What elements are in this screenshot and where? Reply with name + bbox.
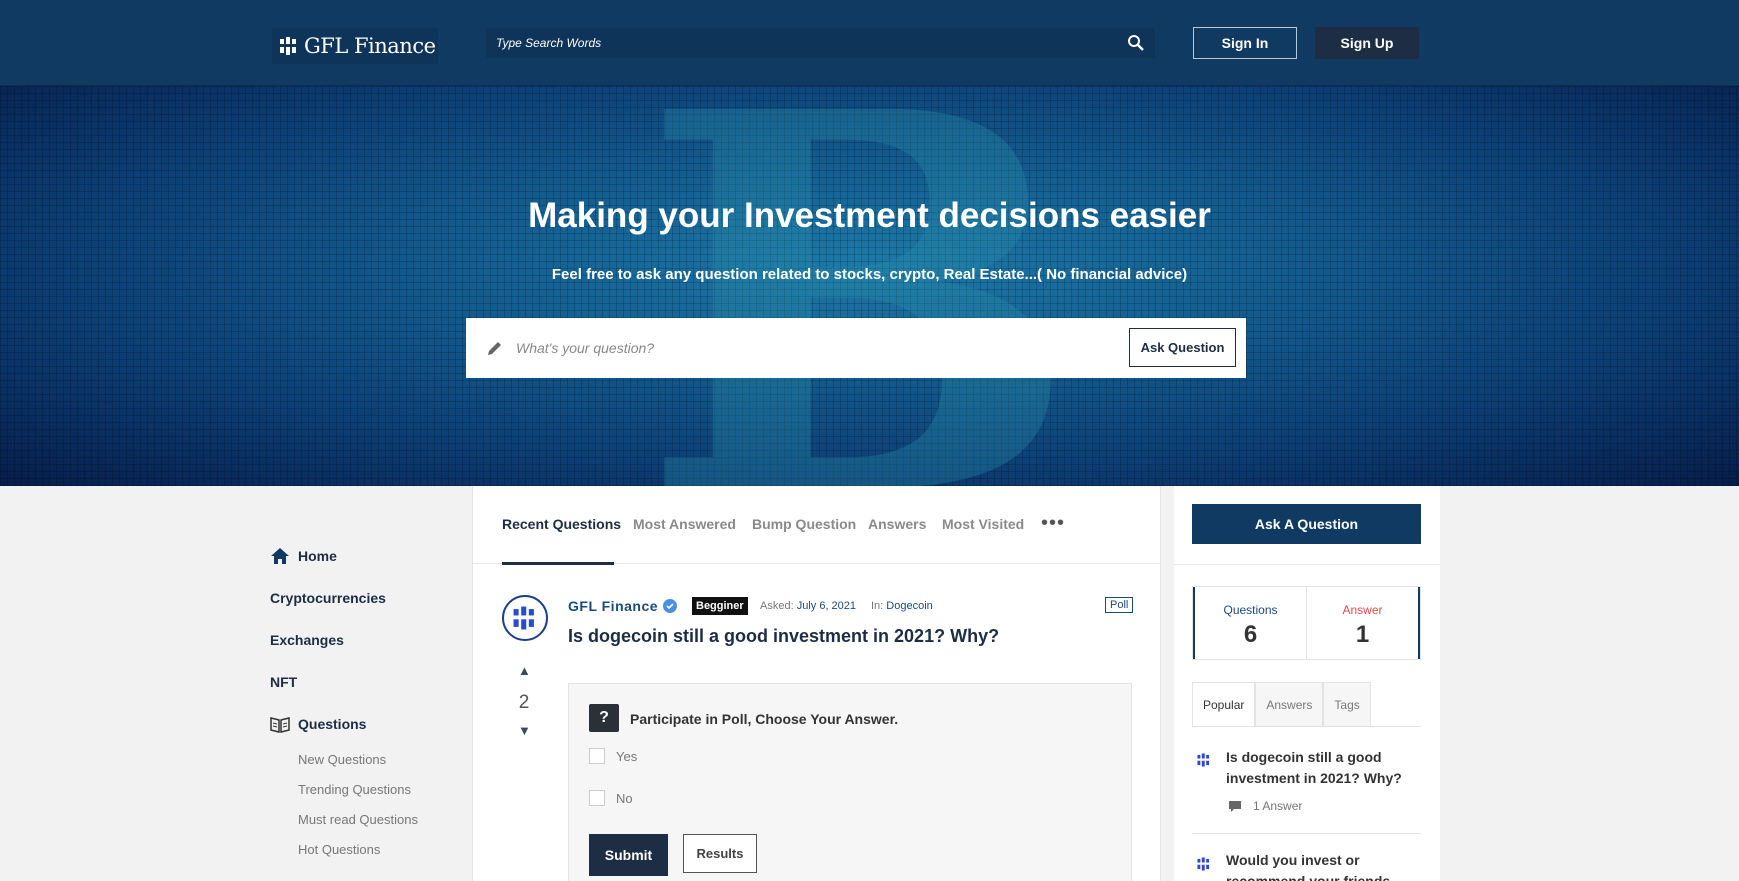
asked-date: Asked: July 6, 2021: [760, 600, 856, 612]
vote-count: 2: [518, 692, 530, 713]
sign-up-button[interactable]: Sign Up: [1315, 27, 1419, 59]
sidebar-item-label: NFT: [270, 674, 298, 690]
checkbox[interactable]: [589, 790, 605, 806]
logo[interactable]: GFL Finance: [272, 28, 438, 64]
hero-subtitle: Feel free to ask any question related to…: [551, 266, 1188, 283]
divider: [1174, 564, 1440, 565]
sidebar-item-nft[interactable]: NFT: [270, 661, 470, 703]
ask-a-question-button[interactable]: Ask A Question: [1192, 504, 1421, 544]
pencil-icon: [488, 342, 501, 355]
poll-option-no[interactable]: No: [589, 790, 633, 806]
tab-bump-question[interactable]: Bump Question: [752, 516, 856, 532]
bitcoin-background-graphic: B: [640, 86, 1080, 486]
sidebar-item-label: Home: [298, 548, 337, 564]
popular-question-meta: 1 Answer: [1229, 799, 1302, 813]
sidebar-item-label: Cryptocurrencies: [270, 590, 386, 606]
sign-in-button[interactable]: Sign In: [1193, 27, 1297, 59]
divider: [1192, 833, 1421, 834]
tab-answers[interactable]: Answers: [868, 516, 926, 532]
downvote-icon[interactable]: ▼: [518, 723, 531, 738]
submenu-item-must-read-questions[interactable]: Must read Questions: [298, 805, 470, 835]
poll-type-badge: Poll: [1105, 597, 1134, 613]
asked-label: Asked:: [760, 600, 794, 612]
popular-question-title[interactable]: Would you invest or recommend your frien…: [1226, 850, 1406, 881]
stat-answers: Answer 1: [1307, 587, 1420, 659]
poll-title: Participate in Poll, Choose Your Answer.: [630, 711, 899, 727]
left-sidebar: Home Cryptocurrencies Exchanges NFT Ques…: [270, 535, 470, 865]
stats-box: Questions 6 Answer 1: [1192, 586, 1421, 660]
sidebar-tabs: Popular Answers Tags: [1192, 682, 1371, 727]
logo-icon: [280, 37, 298, 55]
poll-submit-button[interactable]: Submit: [589, 834, 668, 876]
asked-date-value[interactable]: July 6, 2021: [797, 600, 856, 612]
tab-most-visited[interactable]: Most Visited: [942, 516, 1024, 532]
poll-option-yes[interactable]: Yes: [589, 748, 637, 764]
sidebar-item-label: Questions: [298, 716, 367, 732]
ask-question-button[interactable]: Ask Question: [1129, 328, 1236, 367]
sidebar-item-label: Exchanges: [270, 632, 344, 648]
answer-count[interactable]: 1 Answer: [1253, 799, 1302, 813]
category-link[interactable]: Dogecoin: [886, 600, 932, 612]
book-icon: [270, 715, 290, 733]
question-category: In: Dogecoin: [871, 600, 933, 612]
search-input[interactable]: [496, 28, 1096, 58]
sidebar-item-cryptocurrencies[interactable]: Cryptocurrencies: [270, 577, 470, 619]
stat-questions: Questions 6: [1193, 587, 1307, 659]
question-title[interactable]: Is dogecoin still a good investment in 2…: [568, 626, 999, 647]
sidebar-item-exchanges[interactable]: Exchanges: [270, 619, 470, 661]
upvote-icon[interactable]: ▲: [518, 663, 531, 678]
stat-value: 1: [1355, 621, 1370, 648]
question-input[interactable]: [516, 318, 1116, 378]
submenu-item-hot-questions[interactable]: Hot Questions: [298, 835, 470, 865]
verified-icon: [663, 599, 677, 613]
tab-answers[interactable]: Answers: [1255, 682, 1324, 727]
sidebar-item-questions[interactable]: Questions: [270, 703, 470, 745]
active-tab-indicator: [502, 562, 614, 565]
stat-value: 6: [1243, 621, 1258, 648]
search-icon[interactable]: [1127, 34, 1145, 52]
submenu-item-trending-questions[interactable]: Trending Questions: [298, 775, 470, 805]
right-sidebar: Ask A Question Questions 6 Answer 1 Popu…: [1174, 486, 1440, 881]
popular-question-title[interactable]: Is dogecoin still a good investment in 2…: [1226, 747, 1406, 789]
comment-icon: [1229, 800, 1241, 812]
poll-box: ? Participate in Poll, Choose Your Answe…: [568, 683, 1132, 881]
hero-title: Making your Investment decisions easier: [528, 196, 1211, 235]
divider: [1192, 726, 1421, 727]
poll-results-button[interactable]: Results: [683, 834, 757, 873]
submenu-item-new-questions[interactable]: New Questions: [298, 745, 470, 775]
hero-banner: B Making your Investment decisions easie…: [0, 86, 1739, 486]
logo-text: GFL Finance: [304, 34, 436, 58]
logo-icon: [1197, 857, 1211, 871]
logo-icon: [513, 606, 537, 630]
more-tabs-icon[interactable]: •••: [1041, 512, 1065, 535]
tab-most-answered[interactable]: Most Answered: [633, 516, 736, 532]
question-tabs: Recent Questions Most Answered Bump Ques…: [473, 486, 1160, 565]
tab-popular[interactable]: Popular: [1192, 682, 1256, 727]
tab-tags[interactable]: Tags: [1323, 682, 1371, 727]
question-mark-icon: ?: [589, 704, 619, 732]
header-search: [486, 28, 1155, 58]
checkbox[interactable]: [589, 748, 605, 764]
poll-option-label: Yes: [616, 748, 638, 764]
top-header: GFL Finance Sign In Sign Up: [0, 0, 1739, 86]
questions-submenu: New Questions Trending Questions Must re…: [270, 745, 470, 865]
tab-recent-questions[interactable]: Recent Questions: [502, 516, 621, 532]
sidebar-item-home[interactable]: Home: [270, 535, 470, 577]
stat-label: Questions: [1223, 603, 1278, 617]
logo-icon: [1197, 753, 1211, 767]
author-avatar[interactable]: [502, 595, 548, 641]
ask-question-bar: Ask Question: [466, 318, 1246, 378]
home-icon: [270, 547, 290, 565]
poll-option-label: No: [616, 790, 633, 806]
stat-label: Answer: [1342, 603, 1383, 617]
main-content: Recent Questions Most Answered Bump Ques…: [472, 486, 1161, 881]
in-label: In:: [871, 600, 884, 612]
question-author[interactable]: GFL Finance: [568, 598, 658, 614]
user-rank-badge: Begginer: [692, 597, 748, 615]
